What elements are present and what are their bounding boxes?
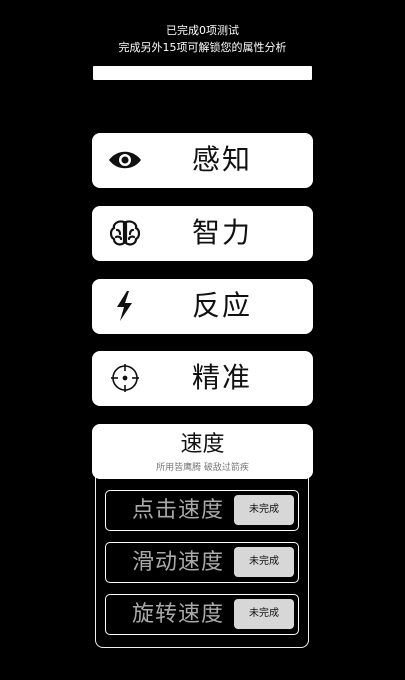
speed-title: 速度: [180, 432, 225, 457]
completed-tests-text: 已完成0项测试: [166, 24, 239, 37]
category-speed-button[interactable]: 速度 所用皆鹰腾 破敌过箭疾: [92, 424, 313, 479]
eye-icon: [108, 145, 142, 175]
unlock-hint-text: 完成另外15项可解锁您的属性分析: [118, 41, 287, 54]
category-label: 感知: [192, 143, 253, 176]
status-badge: 未完成: [234, 599, 294, 629]
swipe-speed-test-item[interactable]: 滑动速度 未完成: [105, 542, 299, 583]
category-intelligence-button[interactable]: 智力: [92, 206, 313, 261]
lightning-icon: [108, 291, 142, 321]
crosshair-icon: [108, 363, 142, 393]
status-badge: 未完成: [234, 495, 294, 525]
test-label: 滑动速度: [132, 550, 225, 575]
tap-speed-test-item[interactable]: 点击速度 未完成: [105, 490, 299, 531]
category-label: 智力: [192, 216, 253, 249]
status-badge: 未完成: [234, 547, 294, 577]
speed-subtitle: 所用皆鹰腾 破敌过箭疾: [156, 463, 249, 473]
category-perception-button[interactable]: 感知: [92, 133, 313, 188]
test-label: 旋转速度: [132, 602, 225, 627]
category-precision-button[interactable]: 精准: [92, 351, 313, 406]
progress-bar: [93, 66, 312, 80]
rotate-speed-test-item[interactable]: 旋转速度 未完成: [105, 594, 299, 635]
test-label: 点击速度: [132, 498, 225, 523]
category-label: 反应: [192, 289, 253, 322]
brain-icon: [108, 218, 142, 248]
category-reaction-button[interactable]: 反应: [92, 279, 313, 334]
category-label: 精准: [192, 361, 253, 394]
